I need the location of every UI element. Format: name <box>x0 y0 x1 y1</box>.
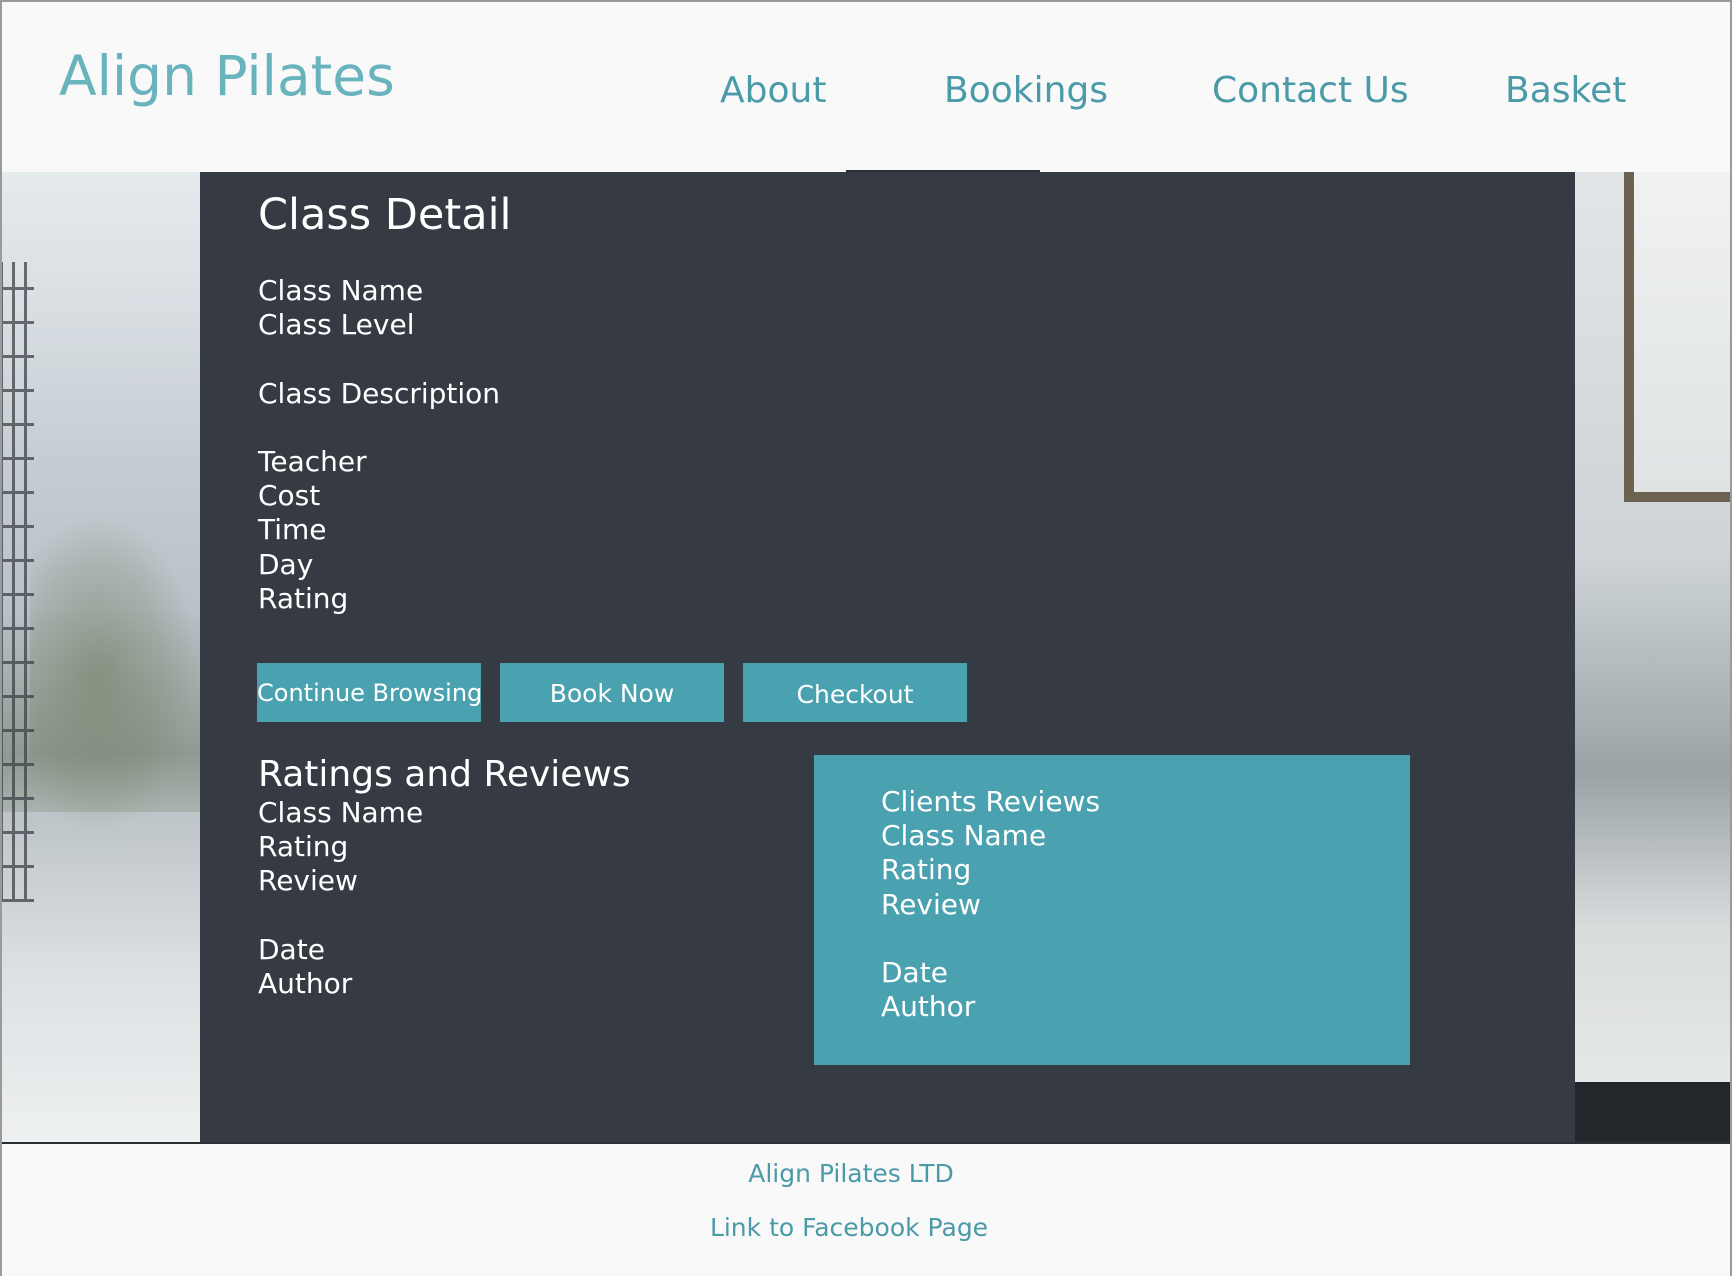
client-review-date: Date <box>881 956 948 989</box>
day-label: Day <box>258 548 314 581</box>
client-review-text: Review <box>881 888 981 921</box>
nav-link-basket[interactable]: Basket <box>1505 70 1626 111</box>
cost-label: Cost <box>258 479 321 512</box>
studio-photo-left <box>0 172 200 1142</box>
review-author: Author <box>258 967 353 1000</box>
site-footer: Align Pilates LTD Link to Facebook Page <box>0 1142 1732 1276</box>
review-date: Date <box>258 933 325 966</box>
checkout-button[interactable]: Checkout <box>743 663 967 722</box>
client-review-rating: Rating <box>881 853 972 886</box>
client-review-class-name: Class Name <box>881 819 1047 852</box>
book-now-button[interactable]: Book Now <box>500 663 724 722</box>
facebook-page-link[interactable]: Link to Facebook Page <box>0 1213 1698 1242</box>
client-review-author: Author <box>881 990 976 1023</box>
footer-company-name: Align Pilates LTD <box>748 1159 954 1188</box>
class-detail-panel: Class Detail Class Name Class Level Clas… <box>200 172 1575 1142</box>
class-level-label: Class Level <box>258 308 415 341</box>
page: Align Pilates About Bookings Contact Us … <box>0 0 1732 1276</box>
clients-reviews-heading: Clients Reviews <box>881 785 1101 818</box>
site-logo[interactable]: Align Pilates <box>59 44 395 108</box>
studio-photo-right <box>1572 172 1732 1142</box>
review-rating: Rating <box>258 830 349 863</box>
class-description-label: Class Description <box>258 377 501 410</box>
class-name-label: Class Name <box>258 274 424 307</box>
class-detail-title: Class Detail <box>258 190 512 240</box>
time-label: Time <box>258 513 327 546</box>
ratings-reviews-heading: Ratings and Reviews <box>258 754 631 795</box>
continue-browsing-button[interactable]: Continue Browsing <box>257 663 481 722</box>
teacher-label: Teacher <box>258 445 367 478</box>
rating-label: Rating <box>258 582 349 615</box>
nav-link-contact-us[interactable]: Contact Us <box>1212 70 1409 111</box>
review-class-name: Class Name <box>258 796 424 829</box>
site-header: Align Pilates About Bookings Contact Us … <box>0 0 1732 172</box>
nav-link-bookings[interactable]: Bookings <box>944 70 1108 111</box>
nav-link-about[interactable]: About <box>720 70 826 111</box>
clients-reviews-card: Clients Reviews Class Name Rating Review… <box>814 755 1410 1065</box>
review-text: Review <box>258 864 358 897</box>
